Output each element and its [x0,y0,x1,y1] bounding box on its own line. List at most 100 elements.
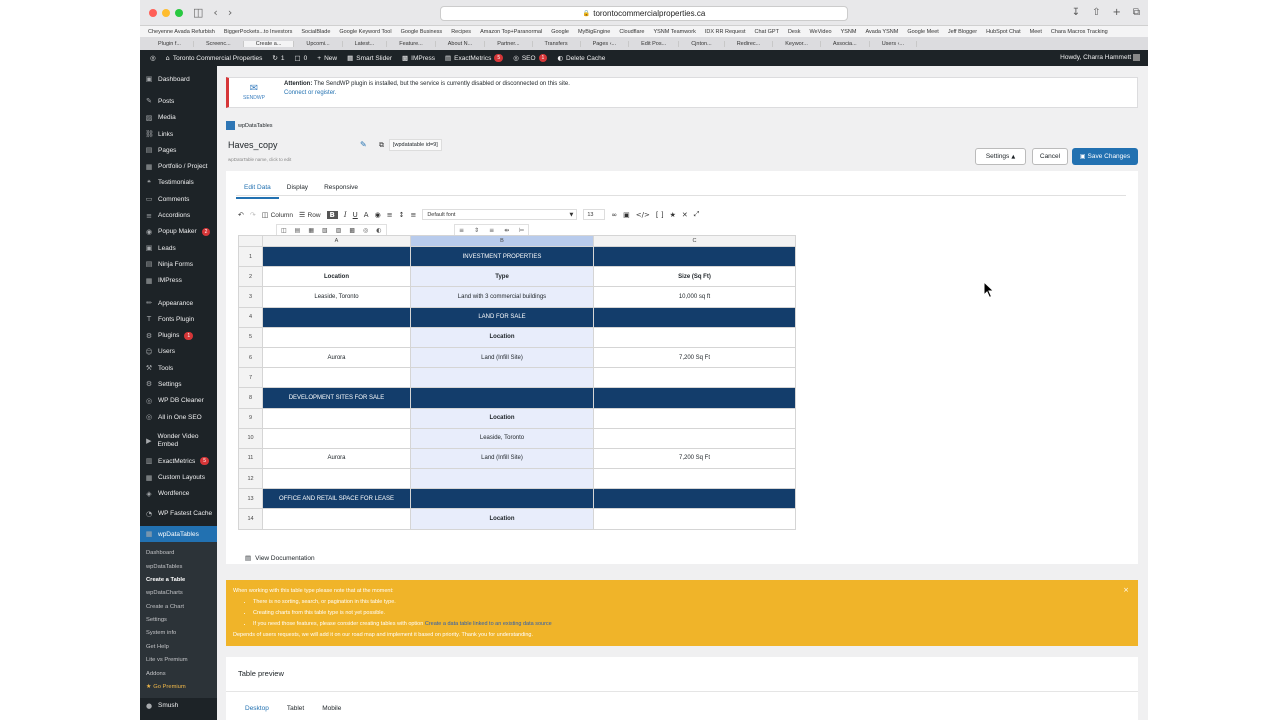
sidebar-item-media[interactable]: ▨ Media [140,110,217,126]
sidebar-item-links[interactable]: ⛓ Links [140,126,217,142]
close-icon[interactable]: × [1123,585,1129,596]
redo-icon[interactable]: ↷ [250,211,256,219]
browser-tab[interactable]: Screenc... [194,40,244,47]
table-cell[interactable]: Aurora [262,447,411,470]
clear-format-icon[interactable]: ✕ [682,211,688,219]
submenu-item-system-info[interactable]: System info [140,627,217,640]
row-header[interactable]: 8 [238,387,263,409]
save-changes-button[interactable]: ▣ Save Changes [1072,148,1138,165]
fill-color-icon[interactable]: ◉ [375,211,381,219]
sidebar-item-settings[interactable]: ⚙ Settings [140,376,217,392]
bookmark-item[interactable]: Google Meet [907,29,939,35]
table-cell[interactable] [262,427,411,449]
fullscreen-icon[interactable]: ⤢ [694,210,700,219]
table-cell[interactable] [262,367,411,389]
admin-bar-new[interactable]: + New [317,55,337,62]
shortcode-badge[interactable]: [wpdatatable id=9] [389,139,442,151]
bookmark-item[interactable]: Avada YSNM [865,29,898,35]
border-icon[interactable]: ◎ [363,227,368,234]
table-cell[interactable]: 7,200 Sq Ft [593,346,796,369]
format-icon[interactable]: ▩ [349,227,355,234]
submenu-item-lite-vs-premium[interactable]: Lite vs Premium [140,654,217,667]
bookmark-item[interactable]: Google [551,29,569,35]
table-cell[interactable] [262,245,411,268]
preview-tab-mobile[interactable]: Mobile [313,701,350,716]
new-tab-icon[interactable]: + [1112,7,1120,18]
merge-cells-icon[interactable]: ◫ [281,227,287,234]
undo-icon[interactable]: ↶ [238,211,244,219]
table-cell[interactable] [593,468,796,490]
sidebar-item-wp-db-cleaner[interactable]: ◎ WP DB Cleaner [140,393,217,409]
maximize-window-button[interactable] [175,8,183,17]
forward-icon[interactable]: › [228,6,232,19]
linked-table-link[interactable]: Create a data table linked to an existin… [425,621,552,627]
sidebar-item-all-in-one-seo[interactable]: ◎ All in One SEO [140,409,217,425]
browser-tab[interactable]: Users ‹... [870,40,918,47]
sidebar-item-wp-fastest-cache[interactable]: ◔ WP Fastest Cache [140,502,217,526]
bookmark-item[interactable]: BiggerPockets...to Investors [224,29,292,35]
align-center-icon[interactable]: ⇕ [474,227,479,234]
table-cell[interactable]: Leaside, Toronto [262,286,411,308]
table-cell[interactable] [410,468,594,490]
table-name[interactable]: Haves_copy [228,140,278,150]
back-icon[interactable]: ‹ [213,6,217,19]
text-color-icon[interactable]: A [364,211,369,219]
browser-tab[interactable]: Associa... [821,40,870,47]
table-cell[interactable]: 10,000 sq ft [593,286,796,308]
bookmark-item[interactable]: WeVideo [809,29,831,35]
table-cell[interactable] [262,306,411,328]
row-header[interactable]: 2 [238,266,263,288]
edit-name-icon[interactable]: ✎ [360,140,367,149]
table-cell[interactable] [410,488,594,510]
table-cell[interactable] [262,468,411,490]
insert-icon[interactable]: ▤ [295,227,301,234]
row-header[interactable]: 14 [238,508,263,530]
table-cell[interactable]: Location [410,508,594,530]
underline-icon[interactable]: U [353,211,358,219]
browser-tab[interactable]: Latest... [343,40,388,47]
row-header[interactable]: 5 [238,326,263,348]
table-cell[interactable]: LAND FOR SALE [410,306,594,328]
row-header[interactable]: 10 [238,427,263,449]
align-menu-icon[interactable]: ≡ [387,211,393,219]
admin-bar-delete-cache[interactable]: ◐ Delete Cache [557,54,605,62]
table-cell[interactable] [262,326,411,348]
browser-tab[interactable]: Cjnton... [679,40,725,47]
browser-tab[interactable]: Plugin f... [146,40,194,47]
font-select[interactable]: Default font ▼ [422,209,578,220]
bookmark-item[interactable]: Cheyenne Avada Refurbish [148,29,215,35]
table-cell[interactable]: INVESTMENT PROPERTIES [410,245,594,268]
bookmark-item[interactable]: YSNM Teamwork [653,29,695,35]
sidebar-item-posts[interactable]: ✎ Posts [140,93,217,109]
submenu-item-go-premium[interactable]: ★ Go Premium [140,680,217,693]
share-icon[interactable]: ⇧ [1092,7,1100,18]
admin-bar-site[interactable]: ⌂ Toronto Commercial Properties [166,54,263,62]
bookmark-item[interactable]: Google Business [401,29,443,35]
table-cell[interactable] [593,367,796,389]
star-icon[interactable]: ★ [670,211,676,219]
browser-tab[interactable]: Feature... [387,40,436,47]
wrap-menu-icon[interactable]: ≡ [410,211,416,219]
browser-tab[interactable]: Edit Pos... [629,40,680,47]
bookmark-item[interactable]: Cloudflare [619,29,644,35]
bookmark-item[interactable]: Jeff Blogger [948,29,977,35]
bookmark-item[interactable]: Google Keyword Tool [339,29,391,35]
copy-icon[interactable]: ▦ [308,227,314,234]
sidebar-item-comments[interactable]: ▭ Comments [140,191,217,207]
browser-tab[interactable]: Redirec... [725,40,774,47]
sidebar-item-custom-layouts[interactable]: ▦ Custom Layouts [140,470,217,486]
align-left-icon[interactable]: ≡ [459,227,464,234]
row-header[interactable]: 6 [238,346,263,369]
row-header[interactable]: 13 [238,488,263,510]
admin-bar-updates[interactable]: ↻ 1 [272,54,284,62]
bookmark-item[interactable]: Meet [1030,29,1042,35]
table-cell[interactable] [410,387,594,409]
table-cell[interactable] [593,508,796,530]
wp-logo-icon[interactable]: ◎ [150,54,156,62]
bookmark-item[interactable]: YSNM [841,29,857,35]
sidebar-item-leads[interactable]: ▣ Leads [140,240,217,256]
admin-bar-impress[interactable]: ▩ IMPress [402,54,435,62]
sidebar-item-accordions[interactable]: ≡ Accordions [140,207,217,223]
code-icon[interactable]: </> [636,211,650,219]
shortcode-icon[interactable]: [ ] [656,211,664,219]
